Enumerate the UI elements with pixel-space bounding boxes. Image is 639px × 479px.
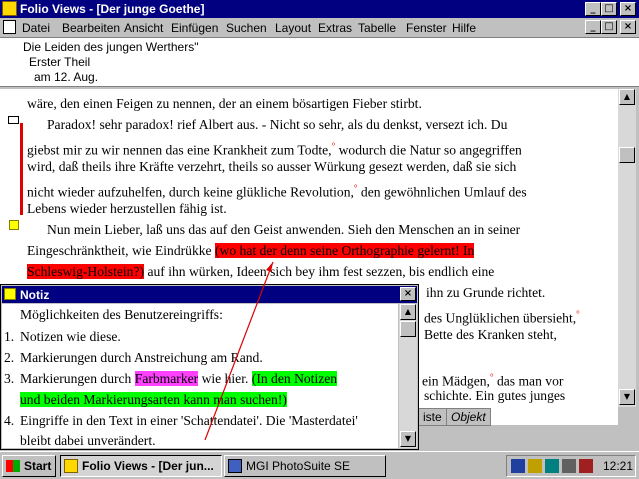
printer-icon[interactable] bbox=[562, 459, 576, 473]
system-tray: 12:21 bbox=[506, 455, 636, 477]
start-button[interactable]: Start bbox=[2, 455, 56, 477]
taskbar-folio-views[interactable]: Folio Views - [Der jun... bbox=[60, 455, 222, 477]
taskbar: Start Folio Views - [Der jun... MGI Phot… bbox=[0, 451, 639, 479]
start-label: Start bbox=[24, 459, 52, 473]
tray-monitor-icon[interactable] bbox=[511, 459, 525, 473]
folio-task-icon bbox=[64, 459, 78, 473]
scheduler-icon[interactable] bbox=[579, 459, 593, 473]
note-connector-line bbox=[204, 261, 274, 441]
speaker-icon[interactable] bbox=[528, 459, 542, 473]
taskbar-photosuite-label: MGI PhotoSuite SE bbox=[246, 459, 351, 473]
photosuite-task-icon bbox=[228, 459, 242, 473]
network-icon[interactable] bbox=[545, 459, 559, 473]
taskbar-photosuite[interactable]: MGI PhotoSuite SE bbox=[224, 455, 386, 477]
taskbar-folio-label: Folio Views - [Der jun... bbox=[82, 459, 214, 473]
windows-logo-icon bbox=[6, 460, 20, 472]
clock[interactable]: 12:21 bbox=[603, 459, 633, 473]
